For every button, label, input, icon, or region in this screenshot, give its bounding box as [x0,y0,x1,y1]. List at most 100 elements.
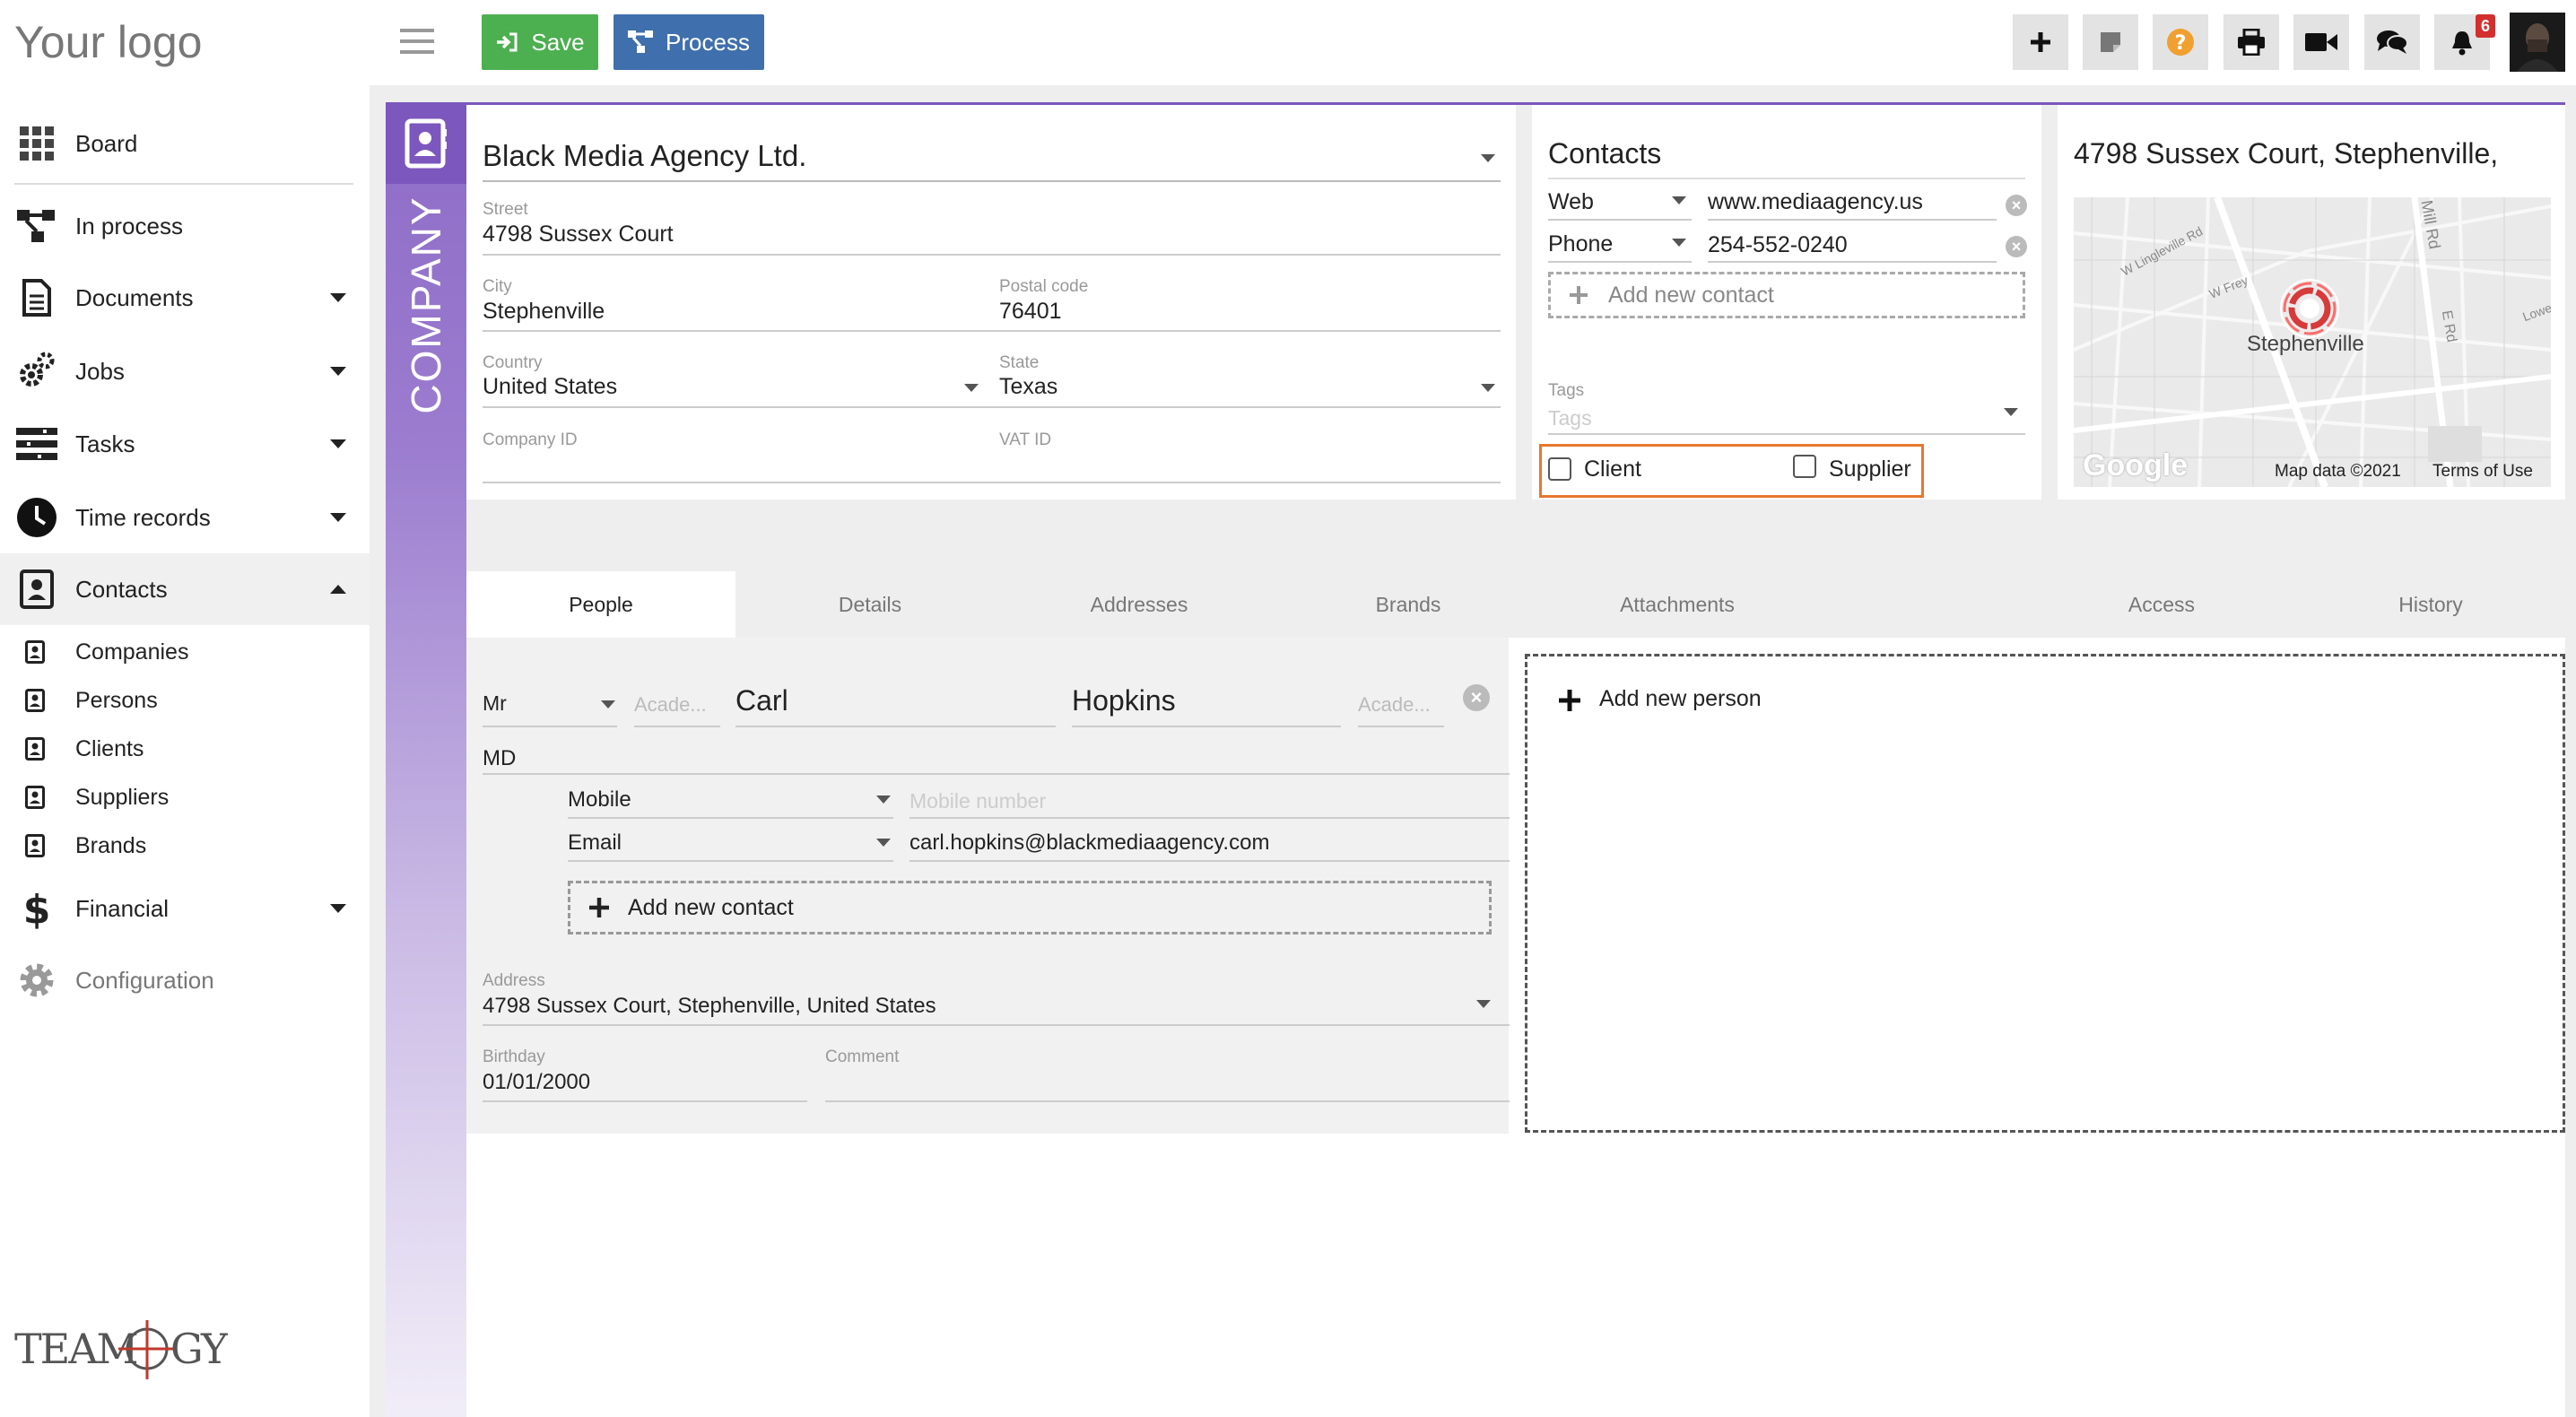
client-label: Client [1584,456,1641,482]
sidebar-subitem-brands[interactable]: Brands [0,822,370,870]
sidebar-subitem-label: Clients [75,735,144,761]
chevron-down-icon[interactable] [601,700,615,708]
chat-icon[interactable] [2364,14,2420,70]
map-card: 4798 Sussex Court, Stephenville, W Lingl [2058,105,2565,500]
degree-input[interactable]: MD [483,746,516,771]
country-select[interactable]: United States [483,374,617,400]
sidebar-item-contacts[interactable]: Contacts [0,553,370,625]
person-contact-type-select[interactable]: Mobile [568,787,631,813]
city-input[interactable]: Stephenville [483,299,605,325]
chevron-down-icon[interactable] [1481,384,1495,392]
sidebar-subitem-clients[interactable]: Clients [0,725,370,773]
remove-person-icon[interactable]: × [1463,684,1490,711]
add-person-contact-button[interactable]: Add new contact [568,881,1492,935]
save-button[interactable]: Save [482,14,598,70]
comment-input[interactable] [825,1100,1510,1102]
chevron-down-icon[interactable] [1672,239,1686,247]
video-icon[interactable] [2293,14,2349,70]
chevron-down-icon[interactable] [1481,154,1495,162]
document-icon [16,277,57,318]
last-name-input[interactable]: Hopkins [1072,684,1176,717]
tab-people[interactable]: People [466,571,735,638]
company-card-icon [386,103,466,184]
client-checkbox[interactable] [1548,457,1571,481]
postal-code-input[interactable]: 76401 [999,299,1062,325]
academic-title-before-input[interactable]: Acade... [634,693,707,717]
company-id-input[interactable] [483,482,1001,483]
contacts-title: Contacts [1548,137,1662,170]
grid-icon [16,123,57,164]
chevron-down-icon[interactable] [1672,196,1686,204]
sidebar-item-board[interactable]: Board [0,108,370,179]
academic-title-after-input[interactable]: Acade... [1358,693,1431,717]
chevron-down-icon[interactable] [964,384,979,392]
contact-type-select[interactable]: Web [1548,189,1594,215]
field-underline [1708,261,1997,263]
chevron-down-icon [330,293,346,302]
sidebar-subitem-persons[interactable]: Persons [0,676,370,725]
chevron-down-icon [330,513,346,522]
sidebar-item-in-process[interactable]: In process [0,190,370,262]
remove-contact-icon[interactable]: × [2006,195,2027,216]
sidebar-item-tasks[interactable]: Tasks [0,408,370,480]
comment-label: Comment [825,1048,900,1066]
sidebar-item-financial[interactable]: $ Financial [0,873,370,944]
map-terms-link[interactable]: Terms of Use [2432,462,2533,482]
address-select[interactable]: 4798 Sussex Court, Stephenville, United … [483,994,936,1019]
sidebar-item-configuration[interactable]: Configuration [0,944,370,1016]
sidebar-item-documents[interactable]: Documents [0,262,370,334]
tab-details[interactable]: Details [735,571,1005,638]
birthday-input[interactable]: 01/01/2000 [483,1070,590,1095]
map-city-label: Stephenville [2247,332,2364,356]
field-underline [1358,726,1444,727]
state-select[interactable]: Texas [999,374,1057,400]
contacts-card: Contacts Web www.mediaagency.us × Phone … [1532,105,2041,500]
mobile-number-input[interactable]: Mobile number [909,789,1046,813]
tab-history[interactable]: History [2296,571,2565,638]
tags-input[interactable]: Tags [1548,406,1592,430]
first-name-input[interactable]: Carl [735,684,788,717]
map-view[interactable]: W Lingleville Rd W Frey Mill Rd E Rd Low… [2074,197,2551,487]
tab-attachments[interactable]: Attachments [1543,571,1812,638]
chevron-down-icon[interactable] [876,839,891,847]
tab-brands[interactable]: Brands [1274,571,1543,638]
add-icon[interactable] [2013,14,2068,70]
tab-access[interactable]: Access [2027,571,2296,638]
sign-in-icon [497,32,518,52]
sidebar-item-jobs[interactable]: Jobs [0,335,370,407]
help-icon[interactable]: ? [2153,14,2208,70]
sidebar-subitem-companies[interactable]: Companies [0,628,370,676]
supplier-label: Supplier [1829,456,1911,482]
sidebar-item-time-records[interactable]: Time records [0,482,370,553]
chevron-down-icon[interactable] [2004,408,2018,416]
contact-type-select[interactable]: Phone [1548,231,1613,257]
contact-value-input[interactable]: 254-552-0240 [1708,232,1848,258]
add-person-button[interactable]: Add new person [1525,654,2565,1133]
email-input[interactable]: carl.hopkins@blackmediaagency.com [909,830,1269,856]
sidebar-item-label: In process [75,212,183,239]
person-contact-type-select[interactable]: Email [568,830,622,856]
hamburger-menu-icon[interactable] [400,27,436,56]
add-contact-button[interactable]: Add new contact [1548,272,2025,318]
user-avatar[interactable] [2510,13,2565,72]
tab-addresses[interactable]: Addresses [1005,571,1274,638]
chevron-down-icon[interactable] [876,795,891,804]
contact-card-icon [25,786,45,809]
field-underline [483,330,1001,332]
note-icon[interactable] [2083,14,2138,70]
company-name[interactable]: Black Media Agency Ltd. [483,139,806,173]
process-button[interactable]: Process [614,14,764,70]
vat-id-input[interactable] [999,482,1501,483]
chevron-down-icon[interactable] [1476,1000,1491,1008]
contact-value-input[interactable]: www.mediaagency.us [1708,189,1923,215]
remove-contact-icon[interactable]: × [2006,236,2027,257]
tab-bar: People Details Addresses Brands Attachme… [466,571,2565,638]
field-underline [483,1024,1510,1026]
sidebar-subitem-suppliers[interactable]: Suppliers [0,773,370,822]
supplier-checkbox[interactable] [1793,455,1816,478]
street-input[interactable]: 4798 Sussex Court [483,222,674,248]
salutation-select[interactable]: Mr [483,691,507,716]
plus-icon [589,898,609,917]
field-underline [1548,219,1692,221]
print-icon[interactable] [2224,14,2279,70]
